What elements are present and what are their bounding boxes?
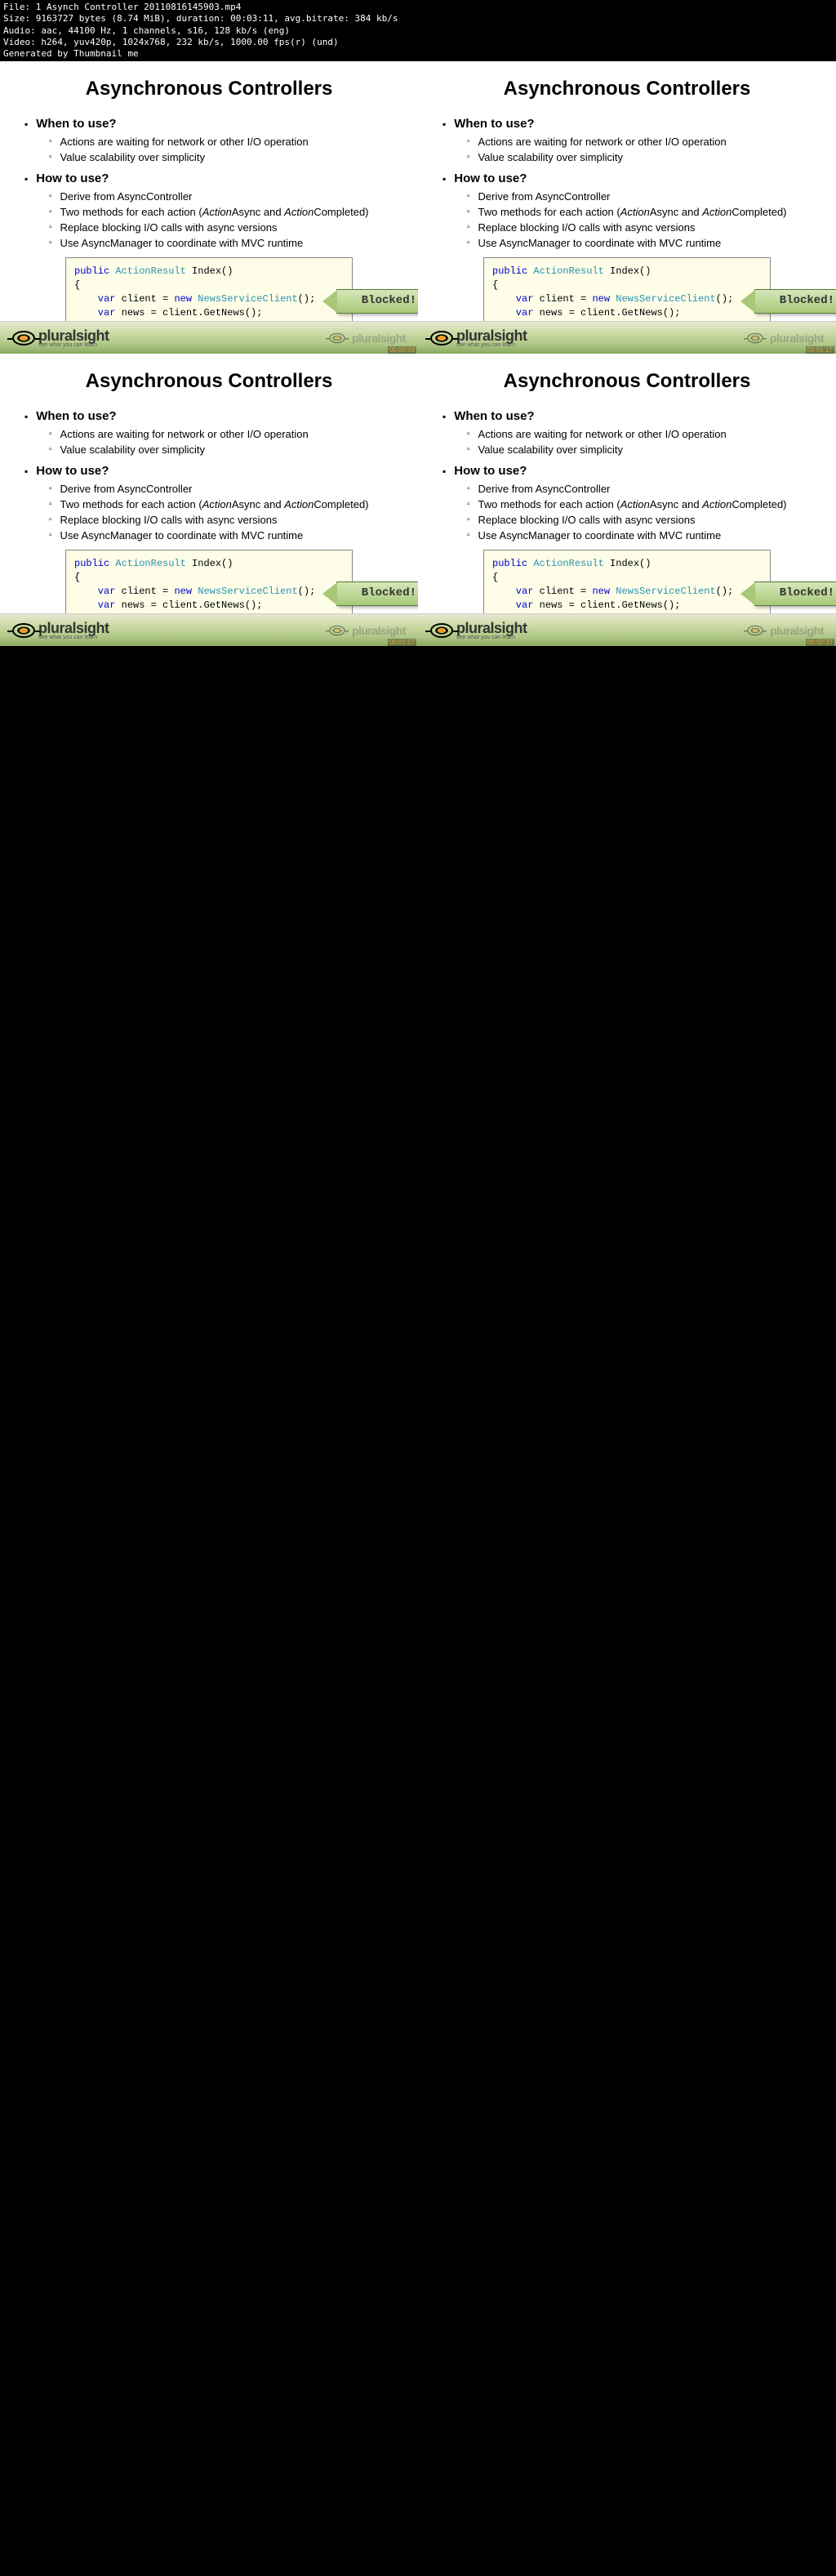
- list-item: Actions are waiting for network or other…: [467, 136, 812, 148]
- video-thumbnail[interactable]: Asynchronous Controllers When to use? Ac…: [418, 61, 836, 354]
- list-item: Derive from AsyncController: [467, 190, 812, 203]
- blocked-callout: Blocked!: [754, 582, 836, 606]
- list-item: Replace blocking I/O calls with async ve…: [49, 514, 394, 526]
- list-item: Derive from AsyncController: [49, 190, 394, 203]
- list-item: Two methods for each action (ActionAsync…: [467, 206, 812, 218]
- pluralsight-watermark: pluralsight: [744, 623, 824, 638]
- file-metadata-header: File: 1 Asynch Controller 20110816145903…: [0, 0, 836, 61]
- video-thumbnail[interactable]: Asynchronous Controllers When to use? Ac…: [0, 61, 418, 354]
- how-list: Derive from AsyncController Two methods …: [49, 483, 394, 541]
- eye-icon: [12, 623, 35, 638]
- blocked-callout: Blocked!: [336, 289, 418, 314]
- list-item: Replace blocking I/O calls with async ve…: [467, 514, 812, 526]
- pluralsight-logo: pluralsight see what you can learn: [12, 328, 109, 348]
- pluralsight-logo: pluralsight see what you can learn: [430, 620, 527, 640]
- pluralsight-watermark: pluralsight: [744, 331, 824, 345]
- when-to-use-heading: When to use?: [24, 117, 394, 131]
- pluralsight-watermark: pluralsight: [326, 623, 406, 638]
- eye-icon: [12, 331, 35, 345]
- when-to-use-heading: When to use?: [442, 117, 812, 131]
- list-item: Value scalability over simplicity: [467, 151, 812, 163]
- timestamp-overlay: 00:01:17: [806, 346, 834, 354]
- timestamp-overlay: 00:01:57: [388, 639, 416, 646]
- how-to-use-heading: How to use?: [442, 464, 812, 478]
- list-item: Value scalability over simplicity: [49, 443, 394, 456]
- how-list: Derive from AsyncController Two methods …: [467, 483, 812, 541]
- list-item: Two methods for each action (ActionAsync…: [49, 498, 394, 510]
- timestamp-overlay: 00:00:03: [388, 346, 416, 354]
- pluralsight-logo: pluralsight see what you can learn: [430, 328, 527, 348]
- pluralsight-logo: pluralsight see what you can learn: [12, 620, 109, 640]
- when-list: Actions are waiting for network or other…: [49, 428, 394, 456]
- slide-title: Asynchronous Controllers: [24, 370, 394, 393]
- when-to-use-heading: When to use?: [442, 409, 812, 423]
- eye-icon: [329, 333, 345, 344]
- eye-icon: [747, 626, 763, 636]
- list-item: Two methods for each action (ActionAsync…: [467, 498, 812, 510]
- list-item: Actions are waiting for network or other…: [49, 428, 394, 440]
- slide-footer: pluralsight see what you can learn plura…: [0, 321, 418, 354]
- slide-footer: pluralsight see what you can learn plura…: [418, 613, 836, 646]
- when-list: Actions are waiting for network or other…: [49, 136, 394, 163]
- slide-title: Asynchronous Controllers: [442, 370, 812, 393]
- how-to-use-heading: How to use?: [24, 464, 394, 478]
- timestamp-overlay: 00:02:37: [806, 639, 834, 646]
- eye-icon: [329, 626, 345, 636]
- eye-icon: [430, 623, 453, 638]
- how-list: Derive from AsyncController Two methods …: [467, 190, 812, 249]
- when-list: Actions are waiting for network or other…: [467, 136, 812, 163]
- eye-icon: [747, 333, 763, 344]
- how-to-use-heading: How to use?: [442, 172, 812, 185]
- slide-content: Asynchronous Controllers When to use? Ac…: [0, 61, 418, 354]
- list-item: Derive from AsyncController: [49, 483, 394, 495]
- list-item: Two methods for each action (ActionAsync…: [49, 206, 394, 218]
- slide-footer: pluralsight see what you can learn plura…: [418, 321, 836, 354]
- list-item: Use AsyncManager to coordinate with MVC …: [49, 529, 394, 541]
- how-list: Derive from AsyncController Two methods …: [49, 190, 394, 249]
- slide-footer: pluralsight see what you can learn plura…: [0, 613, 418, 646]
- video-thumbnail[interactable]: Asynchronous Controllers When to use? Ac…: [0, 354, 418, 646]
- list-item: Actions are waiting for network or other…: [49, 136, 394, 148]
- list-item: Use AsyncManager to coordinate with MVC …: [467, 237, 812, 249]
- pluralsight-watermark: pluralsight: [326, 331, 406, 345]
- how-to-use-heading: How to use?: [24, 172, 394, 185]
- when-list: Actions are waiting for network or other…: [467, 428, 812, 456]
- list-item: Value scalability over simplicity: [49, 151, 394, 163]
- slide-content: Asynchronous Controllers When to use? Ac…: [418, 61, 836, 354]
- video-thumbnail[interactable]: Asynchronous Controllers When to use? Ac…: [418, 354, 836, 646]
- eye-icon: [430, 331, 453, 345]
- slide-title: Asynchronous Controllers: [24, 78, 394, 100]
- list-item: Use AsyncManager to coordinate with MVC …: [49, 237, 394, 249]
- list-item: Use AsyncManager to coordinate with MVC …: [467, 529, 812, 541]
- slide-title: Asynchronous Controllers: [442, 78, 812, 100]
- blocked-callout: Blocked!: [336, 582, 418, 606]
- blocked-callout: Blocked!: [754, 289, 836, 314]
- list-item: Replace blocking I/O calls with async ve…: [467, 221, 812, 234]
- slide-content: Asynchronous Controllers When to use? Ac…: [0, 354, 418, 646]
- list-item: Value scalability over simplicity: [467, 443, 812, 456]
- list-item: Replace blocking I/O calls with async ve…: [49, 221, 394, 234]
- list-item: Actions are waiting for network or other…: [467, 428, 812, 440]
- thumbnail-grid: Asynchronous Controllers When to use? Ac…: [0, 61, 836, 646]
- when-to-use-heading: When to use?: [24, 409, 394, 423]
- slide-content: Asynchronous Controllers When to use? Ac…: [418, 354, 836, 646]
- list-item: Derive from AsyncController: [467, 483, 812, 495]
